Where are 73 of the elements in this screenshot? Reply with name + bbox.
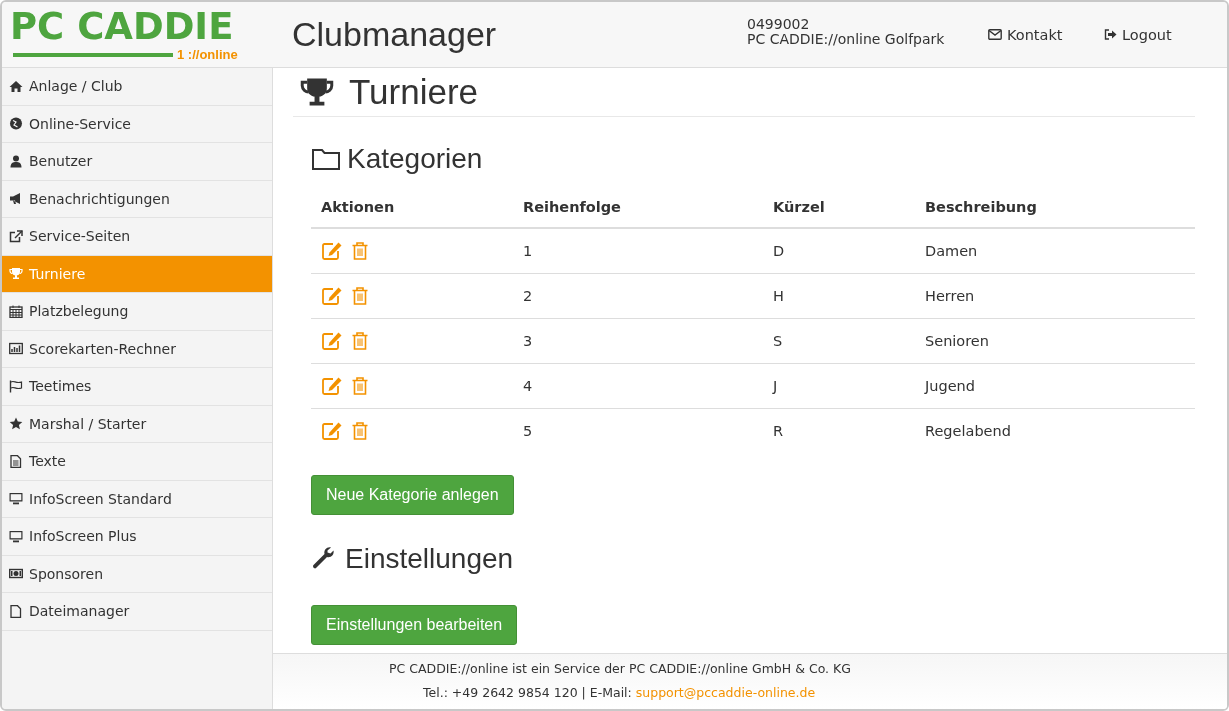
column-header: Kürzel [773, 199, 825, 215]
calendar-icon [9, 304, 23, 318]
column-header: Aktionen [321, 199, 395, 215]
table-cell: Damen [925, 243, 978, 259]
column-header: Beschreibung [925, 199, 1037, 215]
edit-icon[interactable] [321, 421, 343, 441]
logout-link[interactable]: Logout [1104, 26, 1214, 43]
sidebar-item[interactable]: Platzbelegung [2, 293, 272, 331]
table-cell: R [773, 423, 784, 439]
account-name: PC CADDIE://online Golfpark [747, 31, 946, 47]
user-icon [9, 154, 23, 168]
app-title: Clubmanager [292, 15, 498, 54]
edit-icon[interactable] [321, 376, 343, 396]
section-heading: Einstellungen [345, 543, 514, 575]
column-header: Reihenfolge [523, 199, 621, 215]
trophy-icon [9, 267, 23, 281]
account-id: 0499002 [747, 16, 811, 32]
sign-out-icon [1104, 29, 1117, 40]
sidebar-item[interactable]: Benachrichtigungen [2, 180, 272, 218]
sidebar-item[interactable]: Marshal / Starter [2, 405, 272, 443]
bullhorn-icon [9, 192, 23, 206]
logo-text: PC CADDIE [10, 7, 235, 47]
flag-icon [9, 379, 23, 393]
sidebar-item[interactable]: Service-Seiten [2, 218, 272, 256]
table-cell: J [773, 378, 778, 394]
chart-icon [9, 342, 23, 356]
footer-text: PC CADDIE://online ist ein Service der PC CADDIE://online GmbH & Co. KG [389, 660, 851, 678]
file-icon [9, 604, 23, 618]
monitor-icon [9, 529, 23, 543]
star-icon [9, 417, 23, 431]
trash-icon[interactable] [351, 376, 369, 396]
envelope-icon [988, 29, 1002, 40]
table-cell: Jugend [925, 378, 975, 394]
table-cell: 4 [523, 378, 533, 394]
sidebar-item[interactable]: Anlage / Club [2, 68, 272, 106]
table-cell: 3 [523, 333, 533, 349]
edit-icon[interactable] [321, 331, 343, 351]
table-cell: H [773, 288, 784, 304]
table-cell: D [773, 243, 785, 259]
logo-subtitle: 1 ://online [177, 47, 238, 62]
sidebar-item[interactable]: Texte [2, 443, 272, 481]
trash-icon[interactable] [351, 421, 369, 441]
table-cell: S [773, 333, 783, 349]
sidebar-item[interactable]: InfoScreen Plus [2, 518, 272, 556]
footer-contact-text: Tel.: +49 2642 9854 120 | E-Mail: [423, 684, 632, 702]
page-title: Turniere [349, 72, 479, 112]
trophy-icon [299, 76, 335, 108]
sidebar-item[interactable]: Online-Service [2, 105, 272, 143]
table-cell: Regelabend [925, 423, 1011, 439]
money-icon [9, 567, 23, 581]
folder-icon [311, 147, 341, 171]
sidebar-item[interactable]: InfoScreen Standard [2, 480, 272, 518]
sidebar-item[interactable]: Teetimes [2, 368, 272, 406]
edit-icon[interactable] [321, 286, 343, 306]
sidebar-item[interactable]: Sponsoren [2, 555, 272, 593]
file-text-icon [9, 454, 23, 468]
table-cell: Herren [925, 288, 975, 304]
monitor-icon [9, 492, 23, 506]
trash-icon[interactable] [351, 286, 369, 306]
section-heading: Kategorien [347, 143, 483, 175]
edit-icon[interactable] [321, 241, 343, 261]
home-icon [9, 79, 23, 93]
sidebar-item[interactable]: Dateimanager [2, 593, 272, 631]
sidebar-item[interactable]: Benutzer [2, 143, 272, 181]
trash-icon[interactable] [351, 331, 369, 351]
table-cell: 1 [523, 243, 533, 259]
external-icon [9, 229, 23, 243]
table-cell: 5 [523, 423, 533, 439]
table-cell: Senioren [925, 333, 989, 349]
contact-link[interactable]: Kontakt [988, 26, 1098, 43]
sidebar-item[interactable]: Scorekarten-Rechner [2, 330, 272, 368]
trash-icon[interactable] [351, 241, 369, 261]
table-cell: 2 [523, 288, 533, 304]
